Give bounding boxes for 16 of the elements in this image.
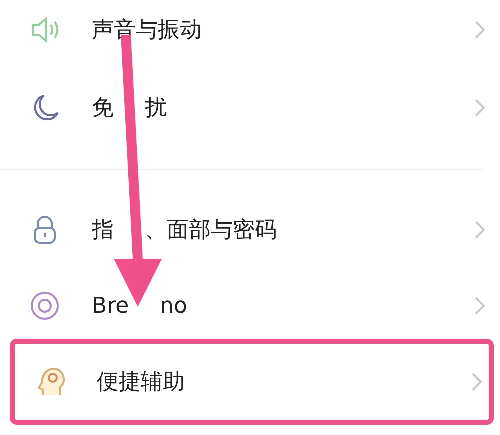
chevron-icon xyxy=(474,220,486,240)
setting-label: Bre xyxy=(92,294,130,318)
setting-label: 便捷辅助 xyxy=(97,369,185,397)
chevron-icon xyxy=(471,372,483,392)
chevron-icon xyxy=(474,98,486,118)
settings-row[interactable]: 指 、面部与密码 xyxy=(0,191,500,269)
highlighted-settings-row[interactable]: 便捷辅助 xyxy=(10,339,494,425)
target-icon xyxy=(28,289,62,323)
setting-label: 免 xyxy=(92,95,114,123)
setting-label: 、面部与密码 xyxy=(144,217,277,245)
setting-label: 指 xyxy=(92,217,114,245)
setting-label: 扰 xyxy=(144,95,167,123)
settings-row[interactable]: 免 扰 xyxy=(0,69,500,147)
chevron-icon xyxy=(474,296,486,316)
chevron-icon xyxy=(474,20,486,40)
setting-label: no xyxy=(160,294,188,318)
